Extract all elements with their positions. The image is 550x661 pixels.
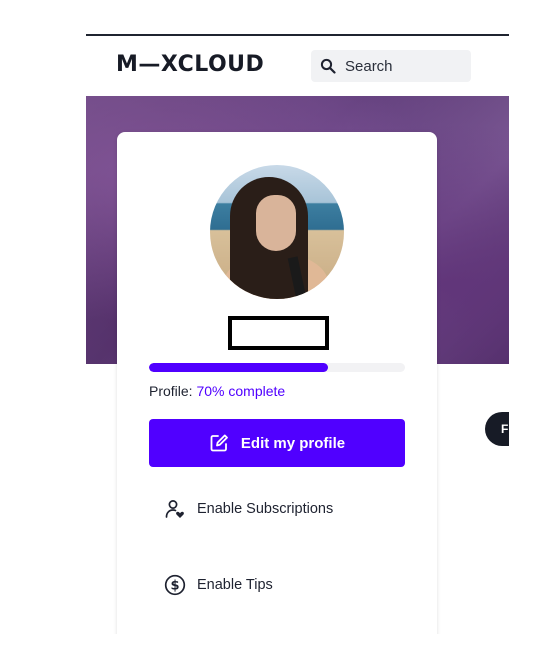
person-heart-icon [164,498,197,520]
profile-completion-text: Profile: 70% complete [149,383,285,399]
dollar-circle-icon: $ [164,574,197,596]
edit-profile-label: Edit my profile [240,434,346,452]
page-viewport: M—XCLOUD Search F Profile: 70% complete [86,34,509,634]
profile-avatar[interactable] [210,165,344,299]
avatar-face-shape [256,195,296,251]
enable-subscriptions-item[interactable]: Enable Subscriptions [164,498,333,520]
profile-card: Profile: 70% complete Edit my profile En… [117,132,437,634]
profile-progress-fill [149,363,329,372]
edit-profile-button[interactable]: Edit my profile [149,419,405,467]
search-placeholder: Search [345,57,393,75]
search-icon [320,58,336,74]
svg-text:$: $ [170,579,179,594]
profile-progress-bar [149,363,405,372]
mixcloud-logo[interactable]: M—XCLOUD [116,52,264,77]
search-box[interactable]: Search [311,50,471,82]
enable-subscriptions-label: Enable Subscriptions [197,501,334,517]
enable-tips-label: Enable Tips [197,577,273,593]
redacted-username-box [228,316,329,350]
profile-status-prefix: Profile: [149,383,197,399]
profile-completion-value[interactable]: 70% complete [196,383,285,399]
enable-tips-item[interactable]: $ Enable Tips [164,574,273,596]
follow-button[interactable]: F [485,412,509,446]
edit-icon [209,433,241,453]
site-header: M—XCLOUD Search [86,36,509,96]
